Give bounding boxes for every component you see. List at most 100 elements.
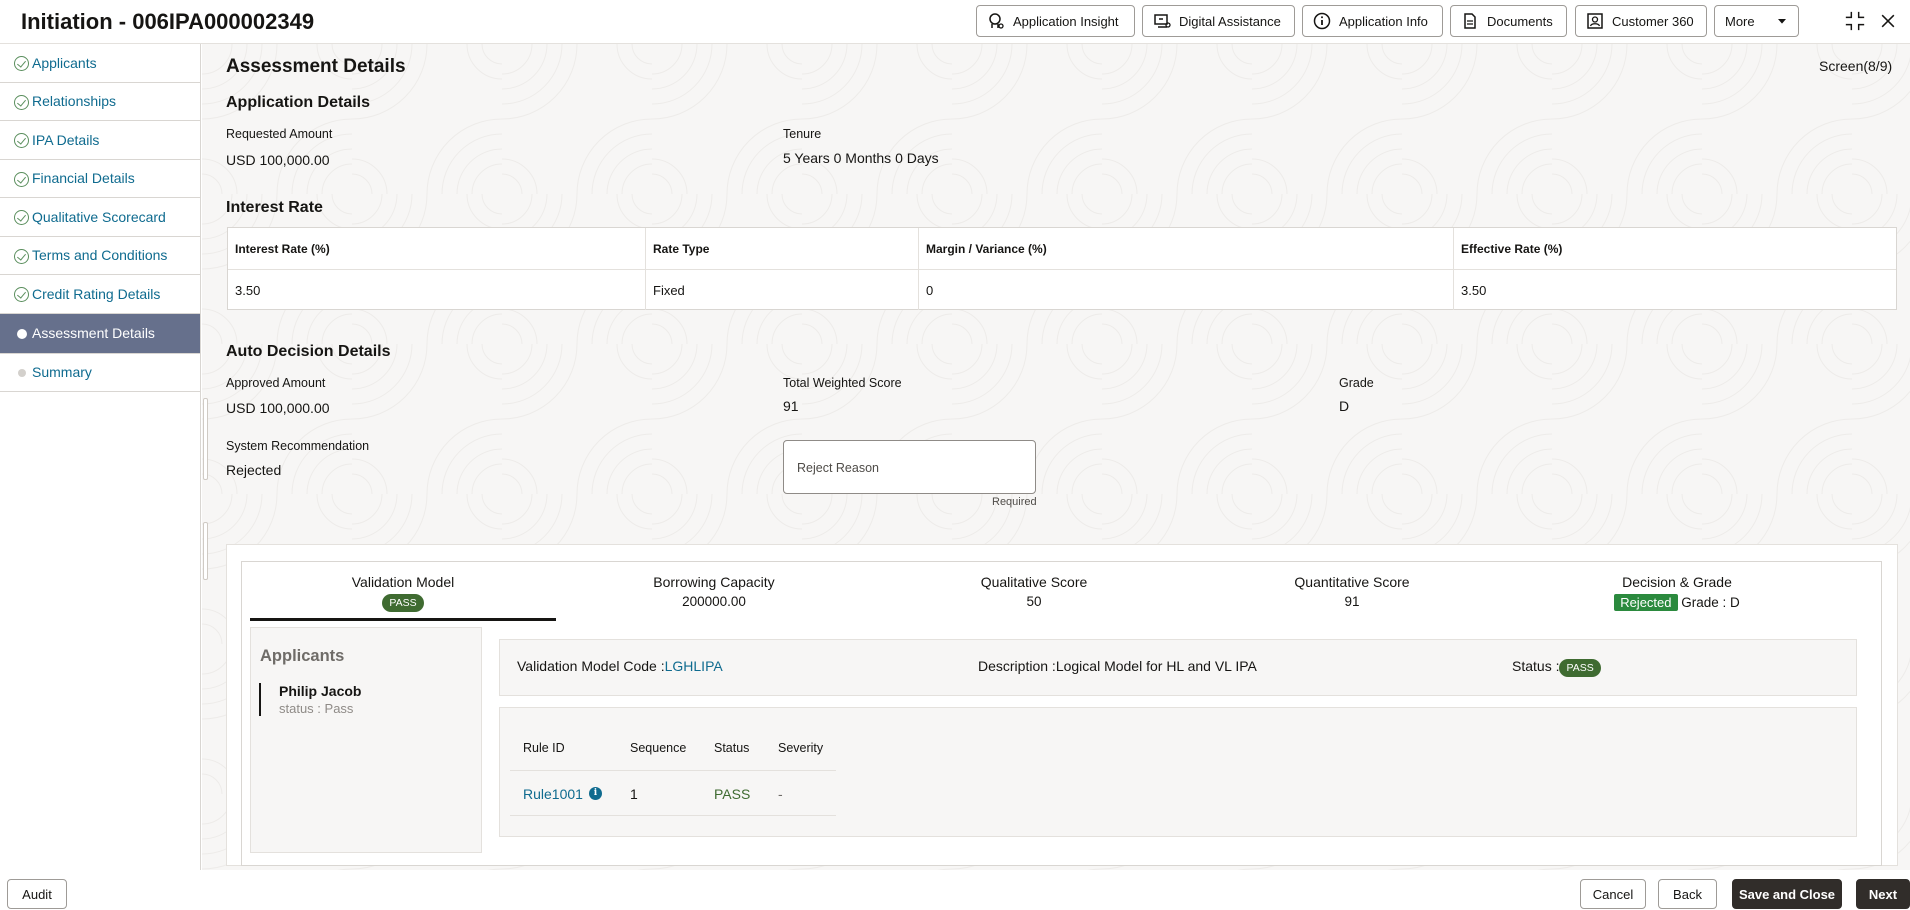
next-button[interactable]: Next [1856, 879, 1910, 909]
sidebar-item-label: IPA Details [32, 131, 100, 148]
column-header: Rate Type [646, 228, 919, 269]
sidebar-item-label: Credit Rating Details [32, 285, 161, 302]
sidebar-item-assessment-details[interactable]: Assessment Details [0, 313, 200, 354]
more-label: More [1725, 13, 1755, 29]
approved-amount-label: Approved Amount [226, 376, 326, 390]
sidebar-item-label: Summary [32, 364, 92, 381]
column-header: Rule ID [523, 741, 565, 755]
insight-icon [989, 13, 1004, 29]
main-content: Assessment Details Screen(8/9) Applicati… [202, 44, 1910, 870]
digital-assistance-label: Digital Assistance [1179, 13, 1281, 29]
requested-amount-label: Requested Amount [226, 127, 333, 141]
total-weighted-score-label: Total Weighted Score [783, 376, 902, 390]
table-cell: Fixed [646, 270, 919, 310]
sidebar-resize-handle[interactable] [203, 522, 208, 580]
rule-severity: - [778, 786, 783, 802]
status-label: Status : [1512, 658, 1560, 674]
table-cell: 3.50 [228, 270, 646, 310]
sidebar-item-qualitative-scorecard[interactable]: Qualitative Scorecard [0, 198, 200, 237]
save-and-close-button[interactable]: Save and Close [1732, 879, 1842, 909]
sidebar-item-relationships[interactable]: Relationships [0, 83, 200, 121]
check-circle-icon [14, 56, 29, 71]
customer-360-label: Customer 360 [1612, 13, 1694, 29]
audit-button[interactable]: Audit [7, 879, 67, 909]
pass-badge: PASS [382, 594, 424, 612]
caret-down-icon [1778, 19, 1786, 24]
application-details-heading: Application Details [226, 94, 371, 111]
grade-value: D [1339, 398, 1350, 414]
column-header: Effective Rate (%) [1461, 241, 1563, 256]
applicant-status: status : Pass [279, 701, 354, 716]
tab-label: Validation Model [351, 574, 455, 590]
tab-qualitative-score[interactable]: Qualitative Score 50 [884, 574, 1184, 609]
tab-label: Qualitative Score [980, 574, 1088, 590]
system-recommendation-value: Rejected [226, 462, 282, 478]
check-circle-icon [14, 210, 29, 225]
divider [510, 815, 836, 816]
digital-assistance-button[interactable]: Digital Assistance [1142, 5, 1295, 37]
tab-label: Borrowing Capacity [653, 574, 775, 590]
applicants-heading: Applicants [260, 647, 345, 665]
info-icon[interactable]: i [589, 787, 602, 800]
sidebar-item-applicants[interactable]: Applicants [0, 44, 200, 83]
sidebar-item-financial-details[interactable]: Financial Details [0, 160, 200, 198]
sidebar-item-ipa-details[interactable]: IPA Details [0, 121, 200, 160]
cancel-button[interactable]: Cancel [1580, 879, 1646, 909]
column-header: Status [714, 741, 750, 755]
documents-icon [1464, 13, 1476, 29]
rule-id-link[interactable]: Rule1001 [523, 786, 583, 802]
tab-decision-grade[interactable]: Decision & Grade Rejected Grade : D [1522, 574, 1832, 611]
check-circle-icon [14, 248, 29, 264]
page-title: Initiation - 006IPA000002349 [21, 9, 315, 34]
customer-360-button[interactable]: Customer 360 [1575, 5, 1707, 37]
table-header-row: Interest Rate (%) Rate Type Margin / Var… [228, 228, 1896, 269]
validation-model-summary: Validation Model Code :LGHLIPA Descripti… [499, 639, 1857, 696]
validation-model-status: Status : PASS [1512, 658, 1601, 677]
tab-value: 50 [1026, 594, 1042, 609]
documents-button[interactable]: Documents [1450, 5, 1567, 37]
divider [510, 770, 836, 771]
sidebar-resize-handle[interactable] [203, 398, 208, 480]
sidebar-item-terms-and-conditions[interactable]: Terms and Conditions [0, 237, 200, 275]
sidebar-item-credit-rating-details[interactable]: Credit Rating Details [0, 275, 200, 314]
status-badge: PASS [1559, 659, 1601, 677]
application-insight-label: Application Insight [1013, 13, 1119, 29]
rule-status: PASS [714, 786, 751, 802]
applicant-entry[interactable]: Philip Jacob status : Pass [259, 683, 361, 716]
system-recommendation-label: System Recommendation [226, 439, 370, 453]
collapse-icon[interactable] [1843, 9, 1867, 33]
check-circle-icon [14, 133, 29, 148]
requested-amount-value: USD 100,000.00 [226, 152, 330, 168]
app-header: Initiation - 006IPA000002349 Application… [0, 0, 1910, 44]
tab-value: 200000.00 [682, 594, 746, 609]
column-header: Margin / Variance (%) [919, 228, 1454, 269]
reject-reason-field[interactable]: Reject Reason [783, 440, 1036, 494]
documents-label: Documents [1487, 13, 1553, 29]
tenure-label: Tenure [783, 127, 822, 141]
applicants-list-panel: Applicants Philip Jacob status : Pass [250, 627, 482, 853]
back-button[interactable]: Back [1658, 879, 1717, 909]
description-value: Logical Model for HL and VL IPA [1055, 658, 1257, 674]
tab-quantitative-score[interactable]: Quantitative Score 91 [1202, 574, 1502, 609]
sidebar-item-label: Terms and Conditions [32, 247, 168, 264]
sidebar-item-label: Relationships [32, 93, 117, 110]
rule-sequence: 1 [630, 786, 638, 802]
sidebar-item-summary[interactable]: Summary [0, 354, 200, 392]
table-cell: 0 [919, 270, 1454, 310]
total-weighted-score-value: 91 [783, 398, 799, 414]
sidebar-item-label: Assessment Details [32, 325, 155, 341]
validation-model-code-label: Validation Model Code : [517, 658, 665, 674]
column-header: Interest Rate (%) [228, 228, 646, 269]
tab-validation-model[interactable]: Validation Model PASS [250, 574, 556, 612]
more-dropdown[interactable]: More [1714, 5, 1799, 37]
validation-model-code-link[interactable]: LGHLIPA [665, 658, 723, 674]
tab-label: Decision & Grade [1622, 574, 1732, 590]
close-icon[interactable] [1876, 9, 1900, 33]
application-info-button[interactable]: Application Info [1302, 5, 1443, 37]
column-header: Sequence [630, 741, 687, 755]
tab-borrowing-capacity[interactable]: Borrowing Capacity 200000.00 [564, 574, 864, 609]
grade-label: Grade [1339, 376, 1374, 390]
application-insight-button[interactable]: Application Insight [976, 5, 1135, 37]
approved-amount-value: USD 100,000.00 [226, 400, 330, 416]
check-circle-icon [14, 171, 29, 187]
